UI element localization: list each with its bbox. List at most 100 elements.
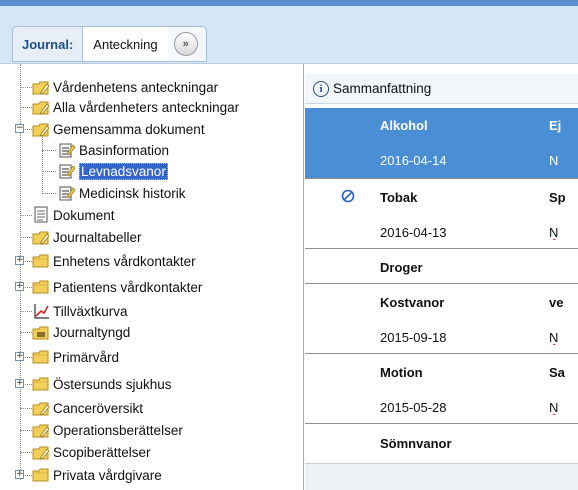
folder-pen-icon: [32, 443, 50, 461]
tab-anteckning[interactable]: Anteckning: [83, 27, 168, 61]
grid-name-cell: 2015-05-28: [380, 400, 447, 415]
grid-name-cell: Droger: [380, 260, 423, 275]
folder-pen-icon: [32, 228, 50, 246]
tree-item[interactable]: Alla vårdenheters anteckningar: [32, 96, 239, 118]
expand-icon[interactable]: +: [15, 379, 24, 388]
grid-row[interactable]: 2016-04-14 N: [305, 143, 578, 178]
grid-name-cell: Alkohol: [380, 118, 428, 133]
grid-value-cell: N: [549, 330, 559, 345]
folder-icon: [32, 278, 50, 296]
tree-item-label: Alla vårdenheters anteckningar: [53, 99, 240, 115]
document-icon: [32, 206, 50, 224]
grid-value-cell: N: [549, 225, 559, 240]
tree-item-label: Östersunds sjukhus: [53, 376, 172, 392]
grid-row[interactable]: Droger: [305, 250, 578, 285]
info-icon: i: [313, 80, 329, 97]
expand-icon[interactable]: +: [15, 352, 24, 361]
folder-weight-icon: [32, 323, 50, 341]
grid-name-cell: 2015-09-18: [380, 330, 447, 345]
tree-guide-line: [20, 215, 32, 216]
growth-chart-icon: [32, 302, 50, 320]
grid-row[interactable]: 2015-09-18 N: [305, 320, 578, 355]
double-chevron-right-icon[interactable]: »: [173, 32, 198, 56]
grid-empty-area: [305, 463, 578, 490]
grid-value-cell: N: [549, 153, 559, 168]
tree-guide-line: [20, 311, 32, 312]
tree-item[interactable]: Tillväxtkurva: [32, 300, 128, 322]
document-pen-icon: [58, 141, 76, 159]
grid-value-cell: Sp: [549, 190, 566, 205]
tree-item[interactable]: Enhetens vårdkontakter: [32, 250, 196, 272]
tree-guide-line: [42, 171, 56, 172]
folder-icon: [32, 466, 50, 484]
tree-item[interactable]: Operationsberättelser: [32, 419, 183, 441]
summary-label: Sammanfattning: [333, 81, 432, 96]
tree-item-label: Patientens vårdkontakter: [53, 279, 203, 295]
grid-name-cell: Sömnvanor: [380, 436, 452, 451]
tree-item[interactable]: Scopiberättelser: [32, 441, 151, 463]
tree-item-label: Dokument: [53, 207, 115, 223]
collapse-icon[interactable]: −: [15, 124, 24, 133]
tree-item-label: Journaltabeller: [53, 229, 142, 245]
tree-item-label: Operationsberättelser: [53, 422, 183, 438]
grid-row[interactable]: 2015-05-28 N: [305, 390, 578, 425]
folder-pen-icon: [32, 98, 50, 116]
tree-item[interactable]: Levnadsvanor: [58, 160, 168, 182]
tree-item[interactable]: Canceröversikt: [32, 397, 143, 419]
tab-bar: Journal: Anteckning »: [0, 6, 578, 64]
tree-guide-line: [20, 452, 32, 453]
tab-group: Journal: Anteckning »: [12, 26, 207, 62]
tree-item-label: Tillväxtkurva: [53, 303, 128, 319]
tree-item[interactable]: Medicinsk historik: [58, 182, 186, 204]
tree-guide-line: [42, 150, 56, 151]
grid-row[interactable]: Kostvanor ve: [305, 285, 578, 320]
tree-guide-line: [42, 134, 43, 194]
folder-icon: [32, 375, 50, 393]
grid-row[interactable]: Sömnvanor: [305, 426, 578, 461]
expand-icon[interactable]: +: [15, 282, 24, 291]
expand-icon[interactable]: +: [15, 256, 24, 265]
grid-value-cell: Sa: [549, 365, 565, 380]
grid-value-cell: N: [549, 400, 559, 415]
prohibited-icon: [341, 189, 355, 206]
tree-item[interactable]: Primärvård: [32, 346, 119, 368]
expand-icon[interactable]: +: [15, 470, 24, 479]
tree-item[interactable]: Vårdenhetens anteckningar: [32, 76, 218, 98]
journal-tree[interactable]: Vårdenhetens anteckningar Alla vårdenhete…: [0, 64, 304, 490]
folder-icon: [32, 348, 50, 366]
tree-item[interactable]: Privata vårdgivare: [32, 464, 162, 486]
tree-item-label: Gemensamma dokument: [53, 121, 205, 137]
tree-item[interactable]: Journaltyngd: [32, 321, 130, 343]
tree-item[interactable]: Gemensamma dokument: [32, 118, 205, 140]
grid-icon-cell: [305, 189, 380, 206]
folder-pen-icon: [32, 78, 50, 96]
grid-row[interactable]: Tobak Sp: [305, 180, 578, 215]
tree-item-label: Enhetens vårdkontakter: [53, 253, 196, 269]
folder-icon: [32, 252, 50, 270]
tree-item-label: Canceröversikt: [53, 400, 144, 416]
grid-separator: [305, 178, 578, 179]
summary-header[interactable]: i Sammanfattning: [305, 74, 578, 104]
grid-value-cell: ve: [549, 295, 564, 310]
tree-guide-line: [20, 87, 32, 88]
grid-row[interactable]: 2016-04-13 N: [305, 215, 578, 250]
folder-pen-icon: [32, 421, 50, 439]
grid-value-cell: Ej: [549, 118, 562, 133]
tree-item-label: Vårdenhetens anteckningar: [53, 79, 219, 95]
tree-item[interactable]: Basinformation: [58, 139, 169, 161]
tab-journal[interactable]: Journal:: [13, 27, 84, 61]
tree-item[interactable]: Östersunds sjukhus: [32, 373, 172, 395]
grid-row[interactable]: Alkohol Ej: [305, 108, 578, 143]
tree-item-label: Privata vårdgivare: [53, 467, 162, 483]
tree-item[interactable]: Patientens vårdkontakter: [32, 276, 202, 298]
tree-item-label: Levnadsvanor: [79, 162, 168, 180]
document-pen-icon: [58, 184, 76, 202]
tree-item-label: Journaltyngd: [53, 324, 131, 340]
tree-guide-line: [20, 430, 32, 431]
tree-guide-line: [20, 237, 32, 238]
tree-item[interactable]: Dokument: [32, 204, 115, 226]
tree-item[interactable]: Journaltabeller: [32, 226, 142, 248]
grid-row[interactable]: Motion Sa: [305, 355, 578, 390]
tree-item-label: Scopiberättelser: [53, 444, 151, 460]
grid-name-cell: 2016-04-14: [380, 153, 447, 168]
